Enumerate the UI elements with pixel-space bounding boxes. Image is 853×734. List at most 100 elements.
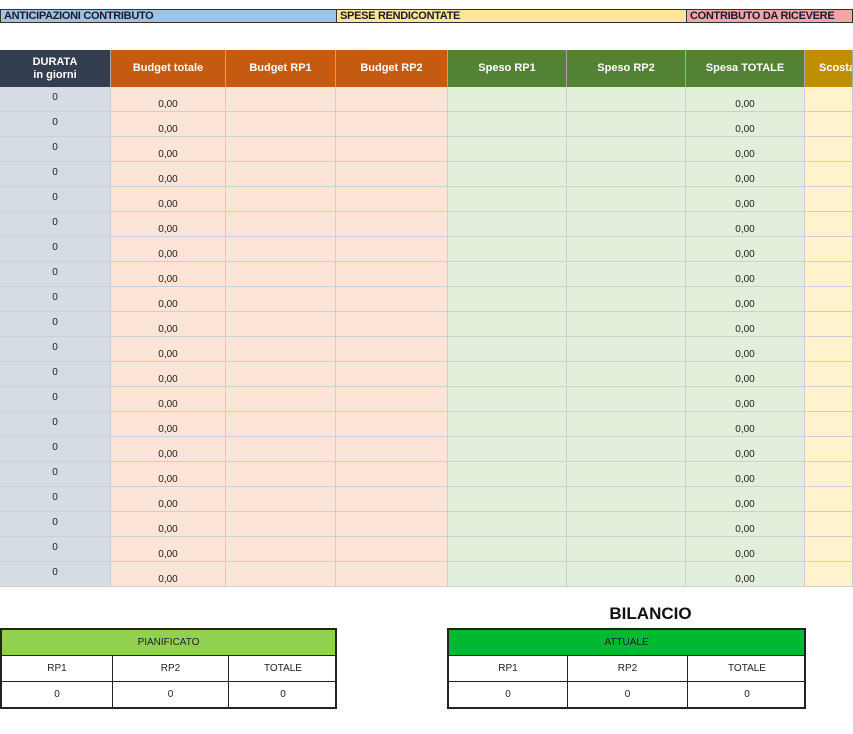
table-cell[interactable] — [567, 462, 686, 487]
table-cell[interactable]: 0 — [0, 387, 111, 412]
table-cell[interactable]: 0 — [0, 437, 111, 462]
table-cell[interactable] — [805, 512, 853, 537]
table-cell[interactable] — [448, 162, 567, 187]
table-cell[interactable]: 0 — [0, 287, 111, 312]
table-cell[interactable] — [448, 487, 567, 512]
table-cell[interactable] — [448, 337, 567, 362]
table-cell[interactable]: 0 — [0, 487, 111, 512]
pianificato-value-cell[interactable]: 0 — [228, 682, 337, 707]
table-cell[interactable]: 0,00 — [686, 112, 805, 137]
table-cell[interactable]: 0,00 — [111, 112, 226, 137]
table-cell[interactable] — [226, 387, 336, 412]
table-cell[interactable] — [567, 337, 686, 362]
table-cell[interactable]: 0,00 — [686, 412, 805, 437]
table-cell[interactable] — [567, 562, 686, 587]
table-cell[interactable]: 0,00 — [686, 337, 805, 362]
table-cell[interactable] — [226, 187, 336, 212]
table-cell[interactable] — [805, 262, 853, 287]
table-cell[interactable]: 0 — [0, 237, 111, 262]
table-cell[interactable]: 0,00 — [111, 562, 226, 587]
column-header[interactable]: Spesa TOTALE — [686, 50, 805, 87]
table-cell[interactable] — [805, 87, 853, 112]
table-cell[interactable]: 0 — [0, 412, 111, 437]
column-header[interactable]: Scosta — [805, 50, 853, 87]
table-cell[interactable] — [567, 537, 686, 562]
table-cell[interactable]: 0,00 — [111, 487, 226, 512]
table-cell[interactable]: 0,00 — [686, 312, 805, 337]
table-cell[interactable]: 0,00 — [686, 512, 805, 537]
table-cell[interactable] — [567, 387, 686, 412]
table-cell[interactable]: 0,00 — [111, 537, 226, 562]
table-cell[interactable]: 0,00 — [111, 437, 226, 462]
table-cell[interactable]: 0 — [0, 312, 111, 337]
table-cell[interactable] — [448, 287, 567, 312]
table-cell[interactable] — [336, 262, 448, 287]
column-header[interactable]: Budget RP2 — [336, 50, 448, 87]
table-cell[interactable] — [448, 262, 567, 287]
table-cell[interactable]: 0,00 — [686, 562, 805, 587]
table-cell[interactable] — [336, 437, 448, 462]
table-cell[interactable]: 0,00 — [686, 462, 805, 487]
table-cell[interactable] — [226, 437, 336, 462]
table-cell[interactable]: 0 — [0, 162, 111, 187]
table-cell[interactable] — [805, 362, 853, 387]
attuale-value-cell[interactable]: 0 — [449, 682, 567, 707]
table-cell[interactable]: 0,00 — [111, 162, 226, 187]
table-cell[interactable]: 0,00 — [111, 237, 226, 262]
table-cell[interactable] — [226, 562, 336, 587]
table-cell[interactable]: 0,00 — [111, 87, 226, 112]
table-cell[interactable]: 0,00 — [686, 137, 805, 162]
table-cell[interactable] — [805, 337, 853, 362]
table-cell[interactable]: 0,00 — [111, 337, 226, 362]
column-header[interactable]: Budget RP1 — [226, 50, 336, 87]
table-cell[interactable] — [448, 212, 567, 237]
table-cell[interactable]: 0,00 — [686, 387, 805, 412]
table-cell[interactable] — [448, 462, 567, 487]
table-cell[interactable] — [805, 162, 853, 187]
table-cell[interactable] — [226, 487, 336, 512]
table-cell[interactable] — [226, 287, 336, 312]
table-cell[interactable] — [336, 337, 448, 362]
table-cell[interactable] — [567, 287, 686, 312]
table-cell[interactable] — [805, 137, 853, 162]
table-cell[interactable]: 0 — [0, 562, 111, 587]
table-cell[interactable] — [567, 162, 686, 187]
table-cell[interactable] — [567, 362, 686, 387]
table-cell[interactable]: 0 — [0, 187, 111, 212]
table-cell[interactable] — [805, 387, 853, 412]
table-cell[interactable]: 0 — [0, 462, 111, 487]
table-cell[interactable]: 0 — [0, 212, 111, 237]
attuale-value-cell[interactable]: 0 — [687, 682, 806, 707]
table-cell[interactable]: 0,00 — [686, 187, 805, 212]
column-header[interactable]: Budget totale — [111, 50, 226, 87]
table-cell[interactable]: 0 — [0, 512, 111, 537]
table-cell[interactable] — [226, 537, 336, 562]
table-cell[interactable] — [226, 462, 336, 487]
table-cell[interactable]: 0,00 — [111, 187, 226, 212]
table-cell[interactable] — [805, 287, 853, 312]
table-cell[interactable] — [567, 187, 686, 212]
table-cell[interactable] — [448, 387, 567, 412]
table-cell[interactable]: 0,00 — [686, 437, 805, 462]
table-cell[interactable] — [448, 437, 567, 462]
table-cell[interactable] — [226, 87, 336, 112]
table-cell[interactable] — [567, 87, 686, 112]
table-cell[interactable]: 0 — [0, 537, 111, 562]
table-cell[interactable] — [567, 212, 686, 237]
table-cell[interactable] — [336, 412, 448, 437]
table-cell[interactable]: 0 — [0, 112, 111, 137]
table-cell[interactable]: 0,00 — [111, 312, 226, 337]
attuale-value-cell[interactable]: 0 — [567, 682, 687, 707]
table-cell[interactable] — [336, 362, 448, 387]
table-cell[interactable] — [226, 162, 336, 187]
table-cell[interactable]: 0 — [0, 262, 111, 287]
table-cell[interactable]: 0,00 — [686, 287, 805, 312]
table-cell[interactable] — [805, 537, 853, 562]
table-cell[interactable]: 0,00 — [686, 537, 805, 562]
table-cell[interactable] — [336, 462, 448, 487]
table-cell[interactable]: 0,00 — [686, 262, 805, 287]
column-header[interactable]: Speso RP2 — [567, 50, 686, 87]
table-cell[interactable]: 0 — [0, 362, 111, 387]
column-header[interactable]: Speso RP1 — [448, 50, 567, 87]
table-cell[interactable] — [448, 362, 567, 387]
